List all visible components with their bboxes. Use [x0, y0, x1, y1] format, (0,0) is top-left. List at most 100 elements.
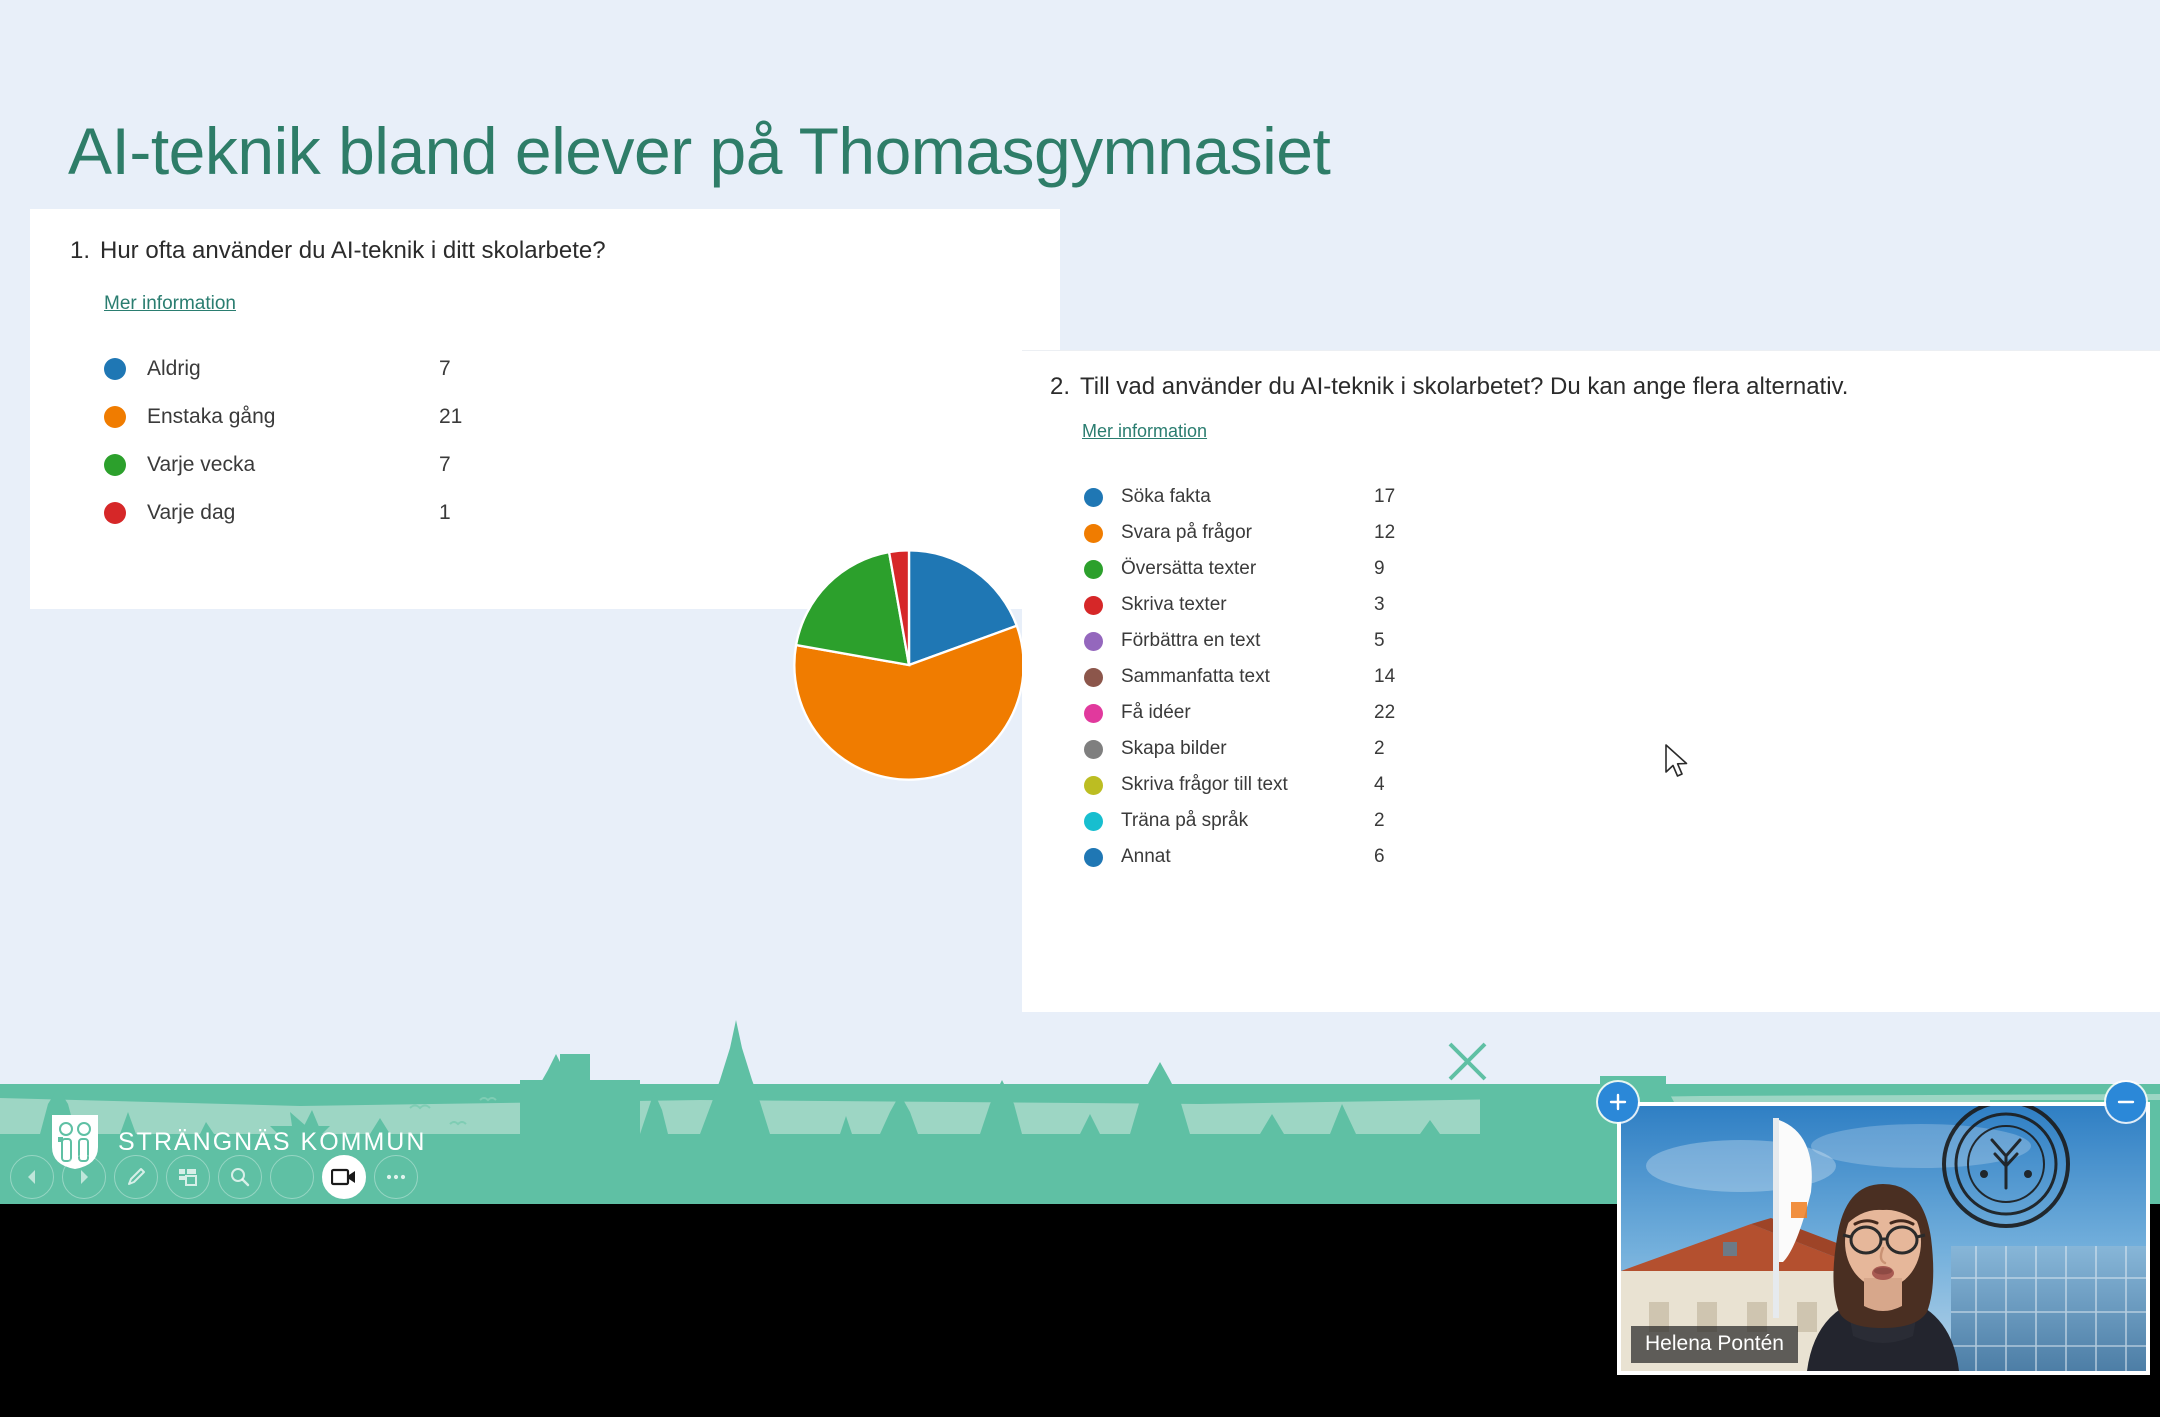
- pie-chart-svg: [793, 549, 1025, 781]
- legend-item-label: Översätta texter: [1121, 558, 1257, 579]
- legend-item-count: 5: [1374, 630, 1385, 651]
- legend-item-count: 21: [439, 405, 463, 428]
- legend-item-label: Skapa bilder: [1121, 738, 1227, 759]
- video-camera-icon: [331, 1168, 355, 1186]
- legend-color-dot: [1084, 595, 1103, 615]
- legend-color-dot: [1084, 847, 1103, 867]
- question-1-text: Hur ofta använder du AI-teknik i ditt sk…: [100, 237, 606, 264]
- camera-button[interactable]: [322, 1155, 366, 1199]
- blank-screen-button[interactable]: [270, 1155, 314, 1199]
- presenter-toolbar[interactable]: [10, 1155, 418, 1199]
- enlarge-video-button[interactable]: [1598, 1082, 1638, 1122]
- page-title: AI-teknik bland elever på Thomasgymnasie…: [68, 114, 1331, 188]
- magnifier-icon: [231, 1168, 250, 1187]
- more-options-button[interactable]: [374, 1155, 418, 1199]
- legend-item-label: Träna på språk: [1121, 810, 1249, 831]
- legend-item: Varje vecka 7: [104, 447, 544, 483]
- more-information-link-1[interactable]: Mer information: [104, 293, 236, 315]
- legend-color-dot: [1084, 811, 1103, 831]
- question-1-legend: Aldrig 7 Enstaka gång 21 Varje vecka 7 Varje d…: [104, 351, 544, 543]
- legend-item-count: 9: [1374, 558, 1385, 579]
- legend-color-dot: [1084, 775, 1103, 795]
- more-information-link-2[interactable]: Mer information: [1082, 421, 1207, 442]
- legend-color-dot: [104, 502, 126, 524]
- legend-color-dot: [1084, 487, 1103, 507]
- participant-video-tile[interactable]: Helena Pontén: [1617, 1102, 2150, 1375]
- legend-color-dot: [104, 358, 126, 380]
- legend-color-dot: [104, 454, 126, 476]
- legend-item: Sammanfatta text 14: [1084, 659, 1464, 695]
- legend-item-count: 7: [439, 357, 451, 380]
- shrink-video-button[interactable]: [2106, 1082, 2146, 1122]
- chevron-left-icon: [28, 1170, 35, 1184]
- legend-item-count: 7: [439, 453, 451, 476]
- legend-item-label: Enstaka gång: [147, 405, 276, 428]
- legend-item: Skriva texter 3: [1084, 587, 1464, 623]
- legend-item-label: Varje dag: [147, 501, 236, 524]
- legend-item: Skapa bilder 2: [1084, 731, 1464, 767]
- legend-item-label: Svara på frågor: [1121, 522, 1252, 543]
- legend-item-count: 4: [1374, 774, 1385, 795]
- legend-item: Skriva frågor till text 4: [1084, 767, 1464, 803]
- legend-color-dot: [1084, 631, 1103, 651]
- legend-item-count: 22: [1374, 702, 1396, 723]
- legend-item: Varje dag 1: [104, 495, 544, 531]
- legend-item-label: Skriva frågor till text: [1121, 774, 1288, 795]
- forms-result-card-question-2: 2. Till vad använder du AI-teknik i skola…: [1022, 350, 2160, 1012]
- legend-color-dot: [1084, 667, 1103, 687]
- pen-tools-button[interactable]: [114, 1155, 158, 1199]
- legend-item-label: Aldrig: [147, 357, 201, 380]
- next-slide-button[interactable]: [62, 1155, 106, 1199]
- legend-item-count: 12: [1374, 522, 1396, 543]
- all-slides-button[interactable]: [166, 1155, 210, 1199]
- legend-item: Träna på språk 2: [1084, 803, 1464, 839]
- question-1-heading: 1. Hur ofta använder du AI-teknik i ditt …: [70, 237, 606, 265]
- question-2-heading: 2. Till vad använder du AI-teknik i skola…: [1050, 373, 1848, 401]
- legend-color-dot: [1084, 559, 1103, 579]
- legend-item-label: Få idéer: [1121, 702, 1191, 723]
- participant-name-label: Helena Pontén: [1631, 1326, 1798, 1363]
- legend-item: Söka fakta 17: [1084, 479, 1464, 515]
- legend-item-label: Skriva texter: [1121, 594, 1227, 615]
- legend-item-label: Annat: [1121, 846, 1171, 867]
- brand-name-label: STRÄNGNÄS KOMMUN: [118, 1127, 427, 1156]
- legend-item-label: Sammanfatta text: [1121, 666, 1270, 687]
- plus-icon: [1609, 1093, 1627, 1111]
- forms-result-card-question-1: 1. Hur ofta använder du AI-teknik i ditt …: [30, 209, 1060, 781]
- pen-icon: [128, 1168, 145, 1185]
- legend-item-label: Varje vecka: [147, 453, 256, 476]
- legend-color-dot: [1084, 703, 1103, 723]
- legend-item: Annat 6: [1084, 839, 1464, 875]
- legend-item-label: Förbättra en text: [1121, 630, 1261, 651]
- screen: AI-teknik bland elever på Thomasgymnasie…: [0, 0, 2160, 1417]
- legend-item-count: 3: [1374, 594, 1385, 615]
- legend-item-label: Söka fakta: [1121, 486, 1211, 507]
- ellipsis-icon: [386, 1174, 406, 1180]
- pie-chart-question-1: [792, 548, 1026, 782]
- legend-item: Få idéer 22: [1084, 695, 1464, 731]
- legend-color-dot: [1084, 523, 1103, 543]
- slide-tint-block-right: [1058, 209, 2160, 350]
- question-1-number: 1.: [70, 237, 91, 264]
- question-2-legend: Söka fakta 17 Svara på frågor 12 Översätta t…: [1084, 479, 1464, 875]
- presentation-slide: AI-teknik bland elever på Thomasgymnasie…: [0, 0, 2160, 1204]
- chevron-right-icon: [81, 1170, 88, 1184]
- minus-icon: [2117, 1100, 2135, 1104]
- zoom-slide-button[interactable]: [218, 1155, 262, 1199]
- legend-item: Förbättra en text 5: [1084, 623, 1464, 659]
- grid-slides-icon: [179, 1169, 197, 1186]
- legend-item: Enstaka gång 21: [104, 399, 544, 435]
- legend-item-count: 14: [1374, 666, 1396, 687]
- question-2-number: 2.: [1050, 373, 1071, 400]
- legend-item-count: 2: [1374, 738, 1385, 759]
- legend-item: Svara på frågor 12: [1084, 515, 1464, 551]
- blank-circle-icon: [283, 1168, 301, 1186]
- question-2-text: Till vad använder du AI-teknik i skolarb…: [1080, 373, 1849, 400]
- legend-color-dot: [1084, 739, 1103, 759]
- legend-color-dot: [104, 406, 126, 428]
- legend-item: Aldrig 7: [104, 351, 544, 387]
- legend-item-count: 6: [1374, 846, 1385, 867]
- legend-item-count: 2: [1374, 810, 1385, 831]
- legend-item-count: 1: [439, 501, 451, 524]
- previous-slide-button[interactable]: [10, 1155, 54, 1199]
